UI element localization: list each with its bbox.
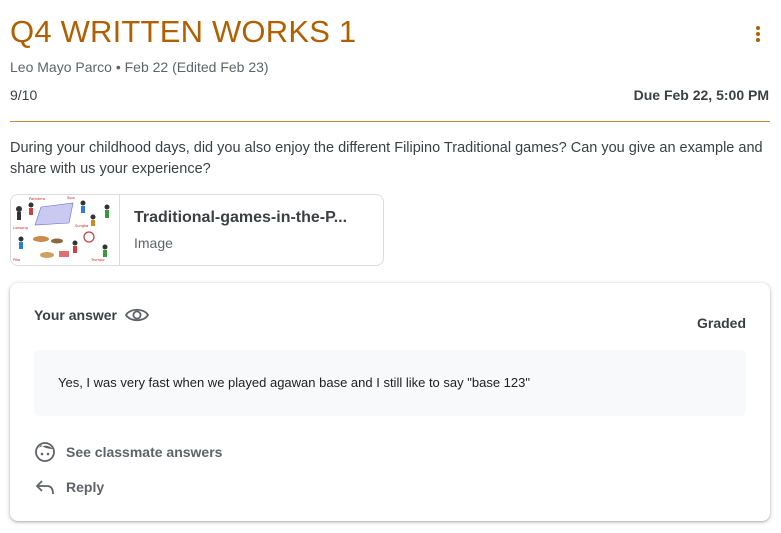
- reply-button[interactable]: Reply: [34, 477, 104, 497]
- svg-text:Sipa: Sipa: [67, 196, 75, 200]
- attachment-type: Image: [134, 235, 173, 251]
- header-divider: [10, 121, 770, 122]
- your-answer-label: Your answer: [34, 307, 117, 323]
- svg-text:Patintero: Patintero: [29, 197, 45, 201]
- svg-text:Luksong: Luksong: [13, 226, 28, 230]
- answer-text: Yes, I was very fast when we played agaw…: [34, 350, 746, 416]
- graded-status: Graded: [696, 315, 746, 331]
- assignment-points: 9/10: [10, 87, 38, 103]
- see-classmate-answers-button[interactable]: See classmate answers: [34, 441, 222, 463]
- svg-text:Trumpo: Trumpo: [90, 258, 104, 262]
- eye-icon[interactable]: [125, 305, 149, 325]
- image-attachment[interactable]: Patintero Sipa Luksong Sungka Piko Trump…: [10, 194, 384, 266]
- assignment-question: During your childhood days, did you also…: [10, 140, 763, 177]
- due-date: Due Feb 22, 5:00 PM: [633, 87, 769, 103]
- attachment-name: Traditional-games-in-the-P...: [134, 209, 348, 226]
- reply-icon: [36, 480, 54, 495]
- assignment-meta: Leo Mayo Parco • Feb 22 (Edited Feb 23): [10, 59, 269, 75]
- classmate-face-icon: [35, 442, 55, 462]
- more-vert-icon: [756, 26, 760, 42]
- attachment-thumbnail: Patintero Sipa Luksong Sungka Piko Trump…: [11, 195, 120, 265]
- reply-label: Reply: [66, 479, 105, 495]
- your-answer-card: Your answer Graded Yes, I was very fast …: [10, 283, 770, 521]
- svg-text:Piko: Piko: [13, 258, 20, 262]
- see-classmate-answers-label: See classmate answers: [66, 444, 223, 460]
- assignment-title: Q4 WRITTEN WORKS 1: [10, 14, 357, 49]
- more-options-button[interactable]: [744, 20, 772, 48]
- svg-text:Sungka: Sungka: [75, 224, 88, 228]
